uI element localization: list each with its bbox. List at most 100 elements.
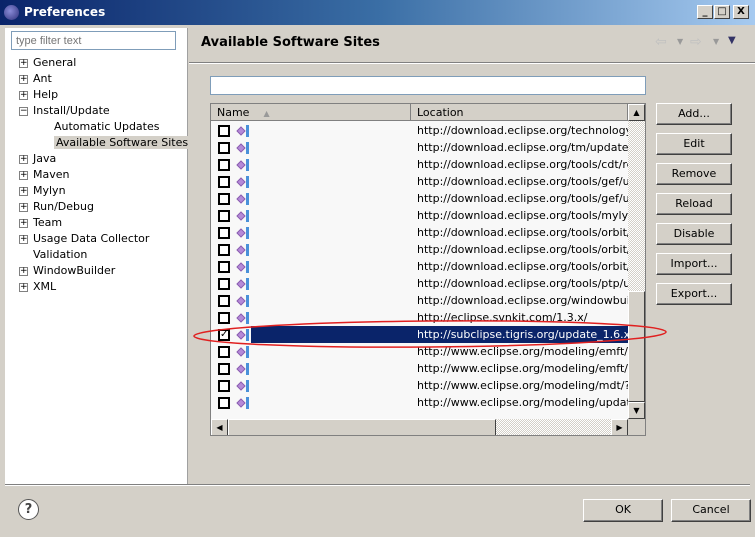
expand-icon[interactable]: + xyxy=(19,58,28,68)
expand-icon[interactable]: + xyxy=(19,234,28,244)
location-cell: http://www.eclipse.org/modeling/emft/upd… xyxy=(417,362,628,375)
table-row[interactable]: http://download.eclipse.org/tools/mylyn/… xyxy=(211,207,628,224)
tree-item[interactable]: − Install/Update xyxy=(19,103,110,119)
back-icon[interactable]: ⇦ xyxy=(655,34,667,50)
site-checkbox[interactable] xyxy=(218,244,230,256)
scroll-right-button[interactable]: ▶ xyxy=(611,419,628,435)
add-button[interactable]: Add... xyxy=(656,103,732,125)
site-checkbox[interactable] xyxy=(218,159,230,171)
close-button[interactable]: X xyxy=(733,5,749,19)
update-site-icon xyxy=(236,159,249,171)
table-row[interactable]: http://download.eclipse.org/technology/s… xyxy=(211,122,628,139)
scroll-up-button[interactable]: ▲ xyxy=(628,104,645,121)
site-checkbox[interactable] xyxy=(218,227,230,239)
table-row[interactable]: http://www.eclipse.org/modeling/mdt/?pro… xyxy=(211,377,628,394)
site-checkbox[interactable] xyxy=(218,193,230,205)
table-row[interactable]: http://download.eclipse.org/tools/orbit/… xyxy=(211,241,628,258)
edit-button[interactable]: Edit xyxy=(656,133,732,155)
table-row[interactable]: http://download.eclipse.org/tm/updates/3… xyxy=(211,139,628,156)
expand-icon[interactable]: + xyxy=(19,170,28,180)
tree-item[interactable]: Automatic Updates xyxy=(54,119,159,135)
site-checkbox[interactable] xyxy=(218,278,230,290)
site-checkbox[interactable] xyxy=(218,176,230,188)
remove-button[interactable]: Remove xyxy=(656,163,732,185)
maximize-button[interactable]: □ xyxy=(714,5,730,19)
table-row[interactable]: http://download.eclipse.org/windowbuilde… xyxy=(211,292,628,309)
table-row[interactable]: http://www.eclipse.org/modeling/emft/upd… xyxy=(211,360,628,377)
name-cell xyxy=(251,190,411,207)
expand-icon[interactable]: + xyxy=(19,186,28,196)
table-row[interactable]: http://download.eclipse.org/tools/ptp/up… xyxy=(211,275,628,292)
expand-icon[interactable]: + xyxy=(19,154,28,164)
tree-item[interactable]: + Mylyn xyxy=(19,183,66,199)
scroll-left-button[interactable]: ◀ xyxy=(211,419,228,435)
tree-item[interactable]: + Java xyxy=(19,151,56,167)
site-checkbox[interactable] xyxy=(218,261,230,273)
column-header-name[interactable]: Name ▲ xyxy=(211,104,411,121)
minimize-button[interactable]: _ xyxy=(697,5,713,19)
vertical-scrollbar[interactable]: ▲ ▼ xyxy=(628,104,645,419)
table-row[interactable]: http://download.eclipse.org/tools/gef/up… xyxy=(211,173,628,190)
export-button[interactable]: Export... xyxy=(656,283,732,305)
horizontal-scrollbar[interactable]: ◀ ▶ xyxy=(211,419,628,435)
tree-item[interactable]: Available Software Sites xyxy=(54,135,191,151)
help-icon[interactable]: ? xyxy=(18,499,39,520)
site-checkbox[interactable] xyxy=(218,295,230,307)
tree-item[interactable]: + Team xyxy=(19,215,62,231)
site-checkbox[interactable] xyxy=(218,363,230,375)
site-checkbox[interactable] xyxy=(218,125,230,137)
scroll-down-button[interactable]: ▼ xyxy=(628,402,645,419)
disable-button[interactable]: Disable xyxy=(656,223,732,245)
table-row[interactable]: http://download.eclipse.org/tools/cdt/re… xyxy=(211,156,628,173)
expand-icon[interactable]: + xyxy=(19,282,28,292)
collapse-icon[interactable]: − xyxy=(19,106,28,116)
expand-icon[interactable]: + xyxy=(19,218,28,228)
location-cell: http://download.eclipse.org/tools/cdt/re… xyxy=(417,158,628,171)
table-row[interactable]: http://download.eclipse.org/tools/orbit/… xyxy=(211,224,628,241)
hscroll-thumb[interactable] xyxy=(228,419,496,435)
forward-icon[interactable]: ⇨ xyxy=(690,34,702,50)
column-header-location[interactable]: Location xyxy=(411,104,628,121)
import-button[interactable]: Import... xyxy=(656,253,732,275)
tree-item[interactable]: + Usage Data Collector xyxy=(19,231,149,247)
tree-item[interactable]: + General xyxy=(19,55,76,71)
location-cell: http://download.eclipse.org/tools/orbit/… xyxy=(417,260,628,273)
tree-item[interactable]: Validation xyxy=(19,247,87,263)
tree-item-label: General xyxy=(33,56,77,69)
expand-icon[interactable]: + xyxy=(19,202,28,212)
tree-item[interactable]: + Help xyxy=(19,87,58,103)
tree-item[interactable]: + XML xyxy=(19,279,56,295)
site-checkbox[interactable] xyxy=(218,210,230,222)
table-row[interactable]: http://download.eclipse.org/tools/gef/up… xyxy=(211,190,628,207)
site-checkbox[interactable] xyxy=(218,397,230,409)
forward-menu-icon[interactable]: ▼ xyxy=(713,37,719,46)
name-cell xyxy=(251,394,411,411)
table-row[interactable]: http://www.eclipse.org/modeling/updates/ xyxy=(211,394,628,411)
tree-item[interactable]: + Run/Debug xyxy=(19,199,94,215)
ok-button[interactable]: OK xyxy=(583,499,663,522)
reload-button[interactable]: Reload xyxy=(656,193,732,215)
table-row[interactable]: http://download.eclipse.org/tools/orbit/… xyxy=(211,258,628,275)
site-filter-input[interactable] xyxy=(210,76,646,95)
filter-input[interactable] xyxy=(11,31,176,50)
divider xyxy=(189,62,755,64)
back-menu-icon[interactable]: ▼ xyxy=(677,37,683,46)
name-cell xyxy=(251,258,411,275)
location-cell: http://download.eclipse.org/windowbuilde… xyxy=(417,294,628,307)
expand-icon[interactable]: + xyxy=(19,74,28,84)
tree-item[interactable]: + Ant xyxy=(19,71,52,87)
site-checkbox[interactable] xyxy=(218,380,230,392)
tree-item-label: Team xyxy=(33,216,63,229)
expand-icon[interactable]: + xyxy=(19,90,28,100)
tree-item[interactable]: + WindowBuilder xyxy=(19,263,115,279)
site-checkbox[interactable] xyxy=(218,142,230,154)
cancel-button[interactable]: Cancel xyxy=(671,499,751,522)
tree-item-label: WindowBuilder xyxy=(33,264,116,277)
view-menu-icon[interactable]: ▼ xyxy=(728,35,736,46)
name-cell xyxy=(251,377,411,394)
name-cell xyxy=(251,139,411,156)
expand-icon[interactable]: + xyxy=(19,266,28,276)
location-cell: http://www.eclipse.org/modeling/updates/ xyxy=(417,396,628,409)
tree-item[interactable]: + Maven xyxy=(19,167,69,183)
tree-item-label: Run/Debug xyxy=(33,200,94,213)
